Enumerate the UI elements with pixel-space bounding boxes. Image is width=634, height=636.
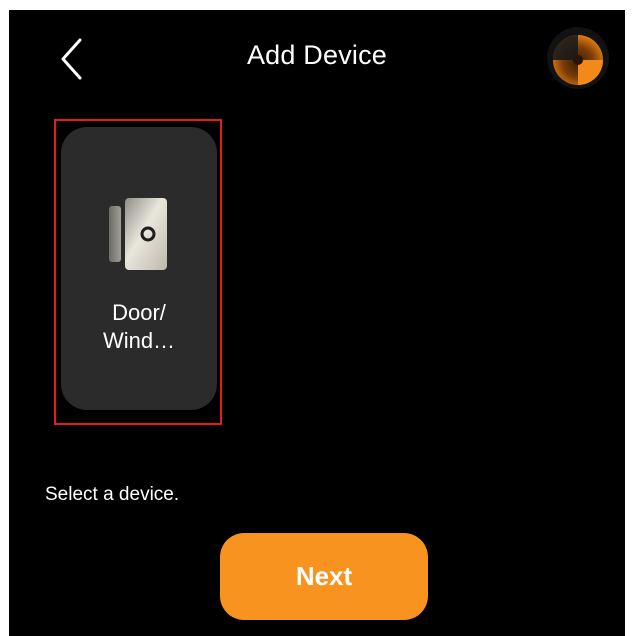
avatar[interactable] [547, 27, 609, 89]
header: Add Device [9, 10, 625, 110]
hint-text: Select a device. [45, 484, 180, 505]
door-window-sensor-icon [107, 196, 171, 272]
next-button[interactable]: Next [220, 533, 428, 620]
device-name: Door/ Wind… [102, 300, 176, 353]
loading-spinner-icon [547, 27, 609, 89]
app-screen: Add Device Door/ Wind… Select a device. … [9, 10, 625, 636]
page-title: Add Device [246, 40, 388, 70]
device-card-door-window[interactable]: Door/ Wind… [61, 127, 217, 410]
